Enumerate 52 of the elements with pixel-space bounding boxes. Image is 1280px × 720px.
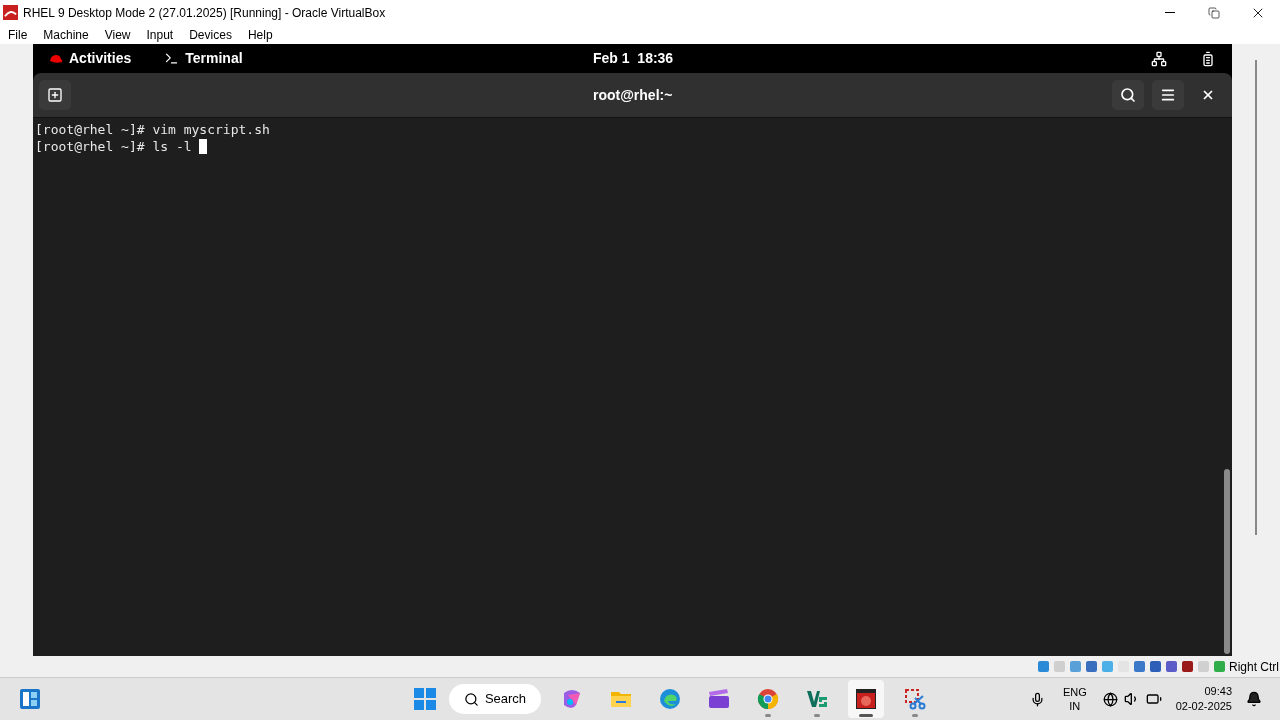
- microphone-icon[interactable]: [1029, 691, 1045, 707]
- language-indicator[interactable]: ENG IN: [1062, 685, 1087, 713]
- device-status-icon[interactable]: [1149, 660, 1162, 673]
- menu-item[interactable]: Machine: [43, 28, 89, 41]
- device-status-icon[interactable]: [1085, 660, 1098, 673]
- menu-item[interactable]: View: [104, 28, 131, 41]
- device-status-icon[interactable]: [1133, 660, 1146, 673]
- battery-icon[interactable]: [1145, 691, 1162, 707]
- close-icon: [1201, 88, 1215, 102]
- battery-icon[interactable]: [1200, 50, 1216, 67]
- menu-item[interactable]: Help: [247, 28, 273, 41]
- host-key-label: Right Ctrl: [1229, 658, 1279, 676]
- taskbar-app[interactable]: [848, 680, 884, 718]
- activities-button[interactable]: Activities: [49, 48, 132, 69]
- menu-item[interactable]: Input: [146, 28, 174, 41]
- restore-icon: [1208, 6, 1220, 19]
- app-menu-button[interactable]: Terminal: [164, 48, 243, 69]
- menu-item[interactable]: Devices: [189, 28, 232, 41]
- hat-icon: [49, 53, 63, 64]
- device-status-icon[interactable]: [1037, 660, 1050, 673]
- terminal-icon: [164, 51, 180, 66]
- terminal-title: root@rhel:~: [593, 85, 673, 105]
- scrollbar[interactable]: [1255, 60, 1257, 535]
- virtual-machine-icon: [854, 687, 878, 711]
- globe-icon[interactable]: [1102, 691, 1118, 707]
- network-icon[interactable]: [1151, 50, 1167, 67]
- notification-icon[interactable]: [1246, 691, 1262, 707]
- widgets-icon[interactable]: [19, 688, 41, 710]
- search-button[interactable]: [1112, 80, 1144, 110]
- windows-start-icon[interactable]: [414, 688, 436, 710]
- device-status-icon[interactable]: [1165, 660, 1178, 673]
- scissors-icon: [903, 687, 927, 711]
- menu-button[interactable]: [1152, 80, 1184, 110]
- chrome-icon: [756, 687, 780, 711]
- app-logo-icon: [3, 5, 18, 20]
- search-icon: [1120, 87, 1136, 103]
- window-title: RHEL 9 Desktop Mode 2 (27.01.2025) [Running] - Oracle VirtualBox: [23, 4, 386, 22]
- device-status-icon[interactable]: [1181, 660, 1194, 673]
- scrollbar-thumb[interactable]: [1224, 469, 1230, 654]
- taskbar-search[interactable]: Search: [449, 684, 541, 714]
- clock-date[interactable]: 09:43 02-02-2025: [1175, 684, 1232, 714]
- minimize-icon: [1165, 12, 1175, 13]
- search-icon: [463, 691, 479, 707]
- menu-icon: [1160, 87, 1176, 103]
- terminal-line: [root@rhel ~]# vim myscript.sh: [35, 121, 271, 138]
- menu-item[interactable]: File: [8, 28, 28, 41]
- wave-circle-icon: [658, 687, 682, 711]
- clapperboard-icon: [707, 687, 731, 711]
- terminal-line: [root@rhel ~]# ls -l: [35, 138, 193, 155]
- new-tab-button[interactable]: [39, 80, 71, 110]
- clock: Feb 1 18:36: [593, 49, 674, 68]
- new-tab-icon: [47, 87, 63, 103]
